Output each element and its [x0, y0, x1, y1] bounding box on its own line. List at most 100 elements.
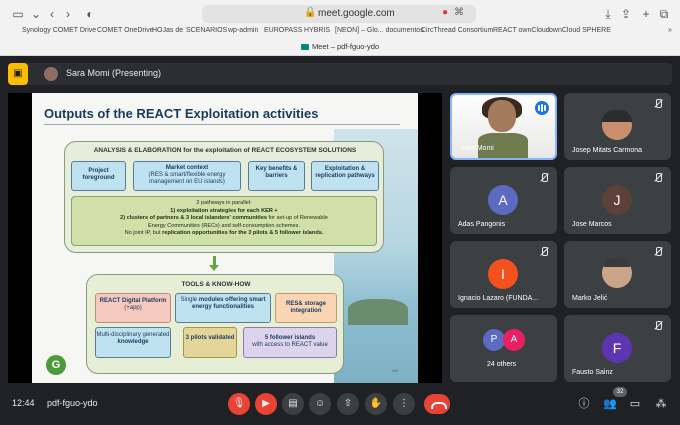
avatar: P: [483, 329, 505, 351]
bookmark[interactable]: Synology COMET Drive: [22, 27, 96, 34]
bookmark[interactable]: HYBRIS: [304, 27, 330, 34]
tab-menu-icon[interactable]: ⌄: [28, 6, 44, 22]
more-options-button[interactable]: ⋮: [393, 393, 415, 415]
mic-off-icon: [653, 321, 663, 331]
chat-icon[interactable]: ▭: [627, 396, 643, 412]
exploitation-pathways-box: Exploitation & replication pathways: [311, 161, 379, 191]
modules-box: Single modules offering smart energy fun…: [175, 293, 271, 323]
sidebar-toggle-icon[interactable]: ▭: [10, 6, 26, 22]
meeting-code: pdf-fguo-ydo: [47, 398, 98, 408]
tool-pre: Single: [180, 297, 199, 303]
pathways-line: replication opportunities for the 3 pilo…: [162, 230, 324, 236]
activities-icon[interactable]: ⁂: [653, 396, 669, 412]
bookmark[interactable]: SCENARIOS: [186, 27, 227, 34]
participant-name: Marko Jelić: [572, 295, 608, 302]
meet-favicon-icon: [300, 44, 309, 50]
participant-tile-fausto[interactable]: F Fausto Sainz: [564, 315, 671, 382]
bookmark[interactable]: CircThread Consortium: [421, 27, 493, 34]
market-context-box: Market context (RES & smart/flexible ene…: [133, 161, 241, 191]
pathways-line: No joint IP, but: [124, 230, 163, 236]
leave-call-button[interactable]: [424, 394, 450, 414]
clock: 12:44: [12, 398, 35, 408]
tab-title[interactable]: Meet – pdf-fguo-ydo: [0, 42, 680, 51]
present-button[interactable]: ⇧: [337, 393, 359, 415]
mic-toggle-button[interactable]: 🎙: [228, 393, 250, 415]
speaking-indicator-icon: [535, 101, 549, 115]
mic-off-icon: [539, 173, 549, 183]
tool-pre: Multi-disciplinary generated: [96, 332, 170, 338]
captions-button[interactable]: ▤: [282, 393, 304, 415]
tools-box: TOOLS & KNOW-HOW REACT Digital Platform …: [86, 274, 344, 374]
tool-title: 5 follower islands: [264, 335, 316, 341]
mic-off-icon: [653, 247, 663, 257]
participant-tile-ignacio[interactable]: I Ignacio Lazaro (FUNDA...: [450, 241, 557, 308]
browser-chrome: ▭ ⌄ ‹ › ◐ 🔒 meet.google.com ● ⌘ ⤓ ⇪ + ⧉ …: [0, 0, 680, 56]
present-screen-icon[interactable]: ▣: [8, 63, 28, 85]
shield-icon[interactable]: ◐: [82, 6, 98, 22]
participant-name: Sara Momi: [460, 145, 494, 152]
pathways-line: for set-up of Renewable: [266, 215, 328, 221]
lock-icon: 🔒: [304, 7, 317, 18]
participant-name: 24 others: [487, 361, 517, 368]
participant-tile-marko[interactable]: Marko Jelić: [564, 241, 671, 308]
photo-credit: ISS: [392, 369, 398, 373]
analysis-title: ANALYSIS & ELABORATION for the exploitat…: [93, 147, 357, 154]
market-context-title: Market context: [165, 165, 209, 171]
res-storage-box: RES& storage integration: [275, 293, 337, 323]
microphone-icon[interactable]: ●: [442, 7, 448, 18]
translate-icon[interactable]: ⌘: [454, 7, 464, 18]
participant-tile-sara-momi[interactable]: Sara Momi: [450, 93, 557, 160]
bookmark[interactable]: COMET OneDrive: [97, 27, 154, 34]
back-icon[interactable]: ‹: [44, 6, 60, 22]
react-logo: G: [46, 355, 66, 375]
slide-title: Outputs of the REACT Exploitation activi…: [44, 106, 319, 121]
participant-tile-jose[interactable]: J Jose Marcos: [564, 167, 671, 234]
bookmark[interactable]: HOJas de: [152, 27, 183, 34]
analysis-box: ANALYSIS & ELABORATION for the exploitat…: [64, 141, 384, 253]
participant-name: Jose Marcos: [572, 221, 612, 228]
participant-tile-others[interactable]: P A 24 others: [450, 315, 557, 382]
avatar: F: [602, 333, 632, 363]
participant-tile-josep[interactable]: Josep Mitats Carmona: [564, 93, 671, 160]
participant-count-badge: 32: [613, 387, 627, 397]
knowledge-box: Multi-disciplinary generated knowledge: [95, 327, 171, 358]
bookmark[interactable]: ownCloud SPHERE: [549, 27, 611, 34]
camera-toggle-button[interactable]: ▶: [255, 393, 277, 415]
participant-tile-adas[interactable]: A Adas Pangonis: [450, 167, 557, 234]
raise-hand-button[interactable]: ✋: [365, 393, 387, 415]
avatar: A: [488, 185, 518, 215]
bookmark[interactable]: [NEON] – Glo... documentos: [335, 27, 424, 34]
bookmark[interactable]: EUROPASS: [264, 27, 302, 34]
participant-name: Adas Pangonis: [458, 221, 506, 228]
forward-icon[interactable]: ›: [60, 6, 76, 22]
mic-off-icon: [653, 173, 663, 183]
pathways-box: 2 pathways in parallel: 1) exploitation …: [71, 196, 377, 246]
people-icon[interactable]: 👥: [602, 396, 618, 412]
bookmark[interactable]: REACT ownCloud: [493, 27, 550, 34]
tab-overview-icon[interactable]: ⧉: [656, 6, 672, 22]
avatar: A: [503, 329, 525, 351]
download-icon[interactable]: ⤓: [600, 6, 616, 22]
info-icon[interactable]: ⓘ: [576, 396, 592, 412]
tool-title: REACT Digital Platform: [99, 298, 167, 304]
project-foreground-box: Project foreground: [71, 161, 126, 191]
tool-sub: (+app): [124, 305, 142, 311]
participant-name: Ignacio Lazaro (FUNDA...: [458, 295, 539, 302]
arrowhead-icon: [209, 265, 219, 271]
avatar: [44, 67, 58, 81]
avatar-hair: [602, 110, 632, 122]
bookmarks-overflow-icon[interactable]: »: [668, 27, 672, 34]
pathways-line: Energy Communities (RECs) and self-consu…: [147, 222, 301, 229]
pathways-line: 2) clusters of partners & 3 local island…: [120, 215, 267, 221]
avatar: I: [488, 259, 518, 289]
new-tab-icon[interactable]: +: [638, 6, 654, 22]
share-icon[interactable]: ⇪: [618, 6, 634, 22]
bookmark[interactable]: wp-admin: [228, 27, 258, 34]
mic-off-icon: [653, 99, 663, 109]
pathways-line: 2 pathways in parallel:: [196, 200, 252, 206]
follower-islands-box: 5 follower islands with access to REACT …: [243, 327, 337, 358]
address-bar[interactable]: 🔒 meet.google.com ● ⌘: [202, 5, 476, 23]
digital-platform-box: REACT Digital Platform (+app): [95, 293, 171, 323]
emoji-button[interactable]: ☺: [309, 393, 331, 415]
participant-name: Fausto Sainz: [572, 369, 613, 376]
